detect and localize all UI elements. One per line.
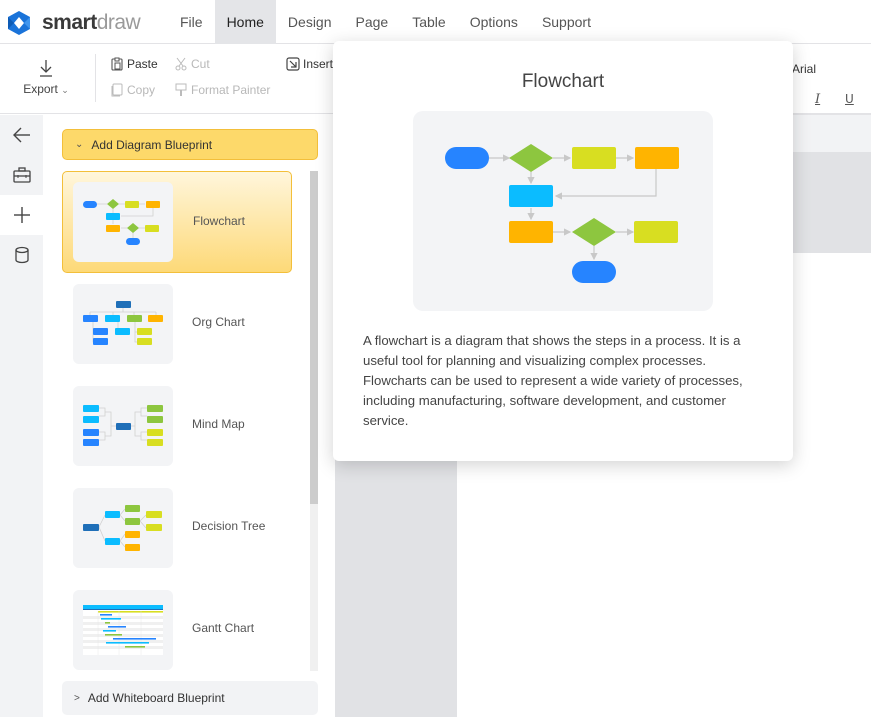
process-shape	[509, 221, 553, 243]
canvas-ruler	[780, 115, 871, 152]
plus-icon	[13, 207, 30, 223]
font-family-select[interactable]: Arial	[792, 62, 816, 76]
scrollbar-thumb[interactable]	[310, 171, 318, 504]
add-whiteboard-blueprint-header[interactable]: > Add Whiteboard Blueprint	[62, 681, 318, 715]
insert-icon	[286, 57, 300, 71]
export-label: Export	[23, 82, 58, 96]
main-menu: File Home Design Page Table Options Supp…	[168, 0, 603, 44]
blueprint-panel: ⌄ Add Diagram Blueprint Flowchart Org Ch…	[43, 115, 335, 717]
logo-text: smartdraw	[42, 11, 141, 35]
blueprint-label: Gantt Chart	[192, 621, 255, 635]
chevron-down-icon: ⌄	[61, 85, 69, 95]
back-arrow-icon	[12, 127, 30, 143]
rail-data-button[interactable]	[0, 235, 43, 275]
format-painter-label: Format Painter	[191, 83, 271, 97]
menu-table[interactable]: Table	[400, 0, 457, 44]
toolbox-icon	[12, 167, 31, 183]
canvas-margin-band	[780, 152, 871, 253]
add-whiteboard-blueprint-label: Add Whiteboard Blueprint	[87, 691, 225, 705]
process-shape	[572, 147, 616, 169]
copy-button[interactable]: Copy	[110, 83, 155, 97]
paste-button[interactable]: Paste	[110, 57, 158, 71]
smartdraw-logo-icon	[8, 11, 30, 35]
paste-icon	[111, 57, 123, 71]
blueprint-label: Org Chart	[192, 315, 245, 329]
blueprint-label: Decision Tree	[192, 519, 266, 533]
top-menu-bar: smartdraw File Home Design Page Table Op…	[0, 0, 871, 44]
menu-file[interactable]: File	[168, 0, 215, 44]
mind-map-thumbnail	[73, 386, 173, 466]
decision-tree-thumbnail	[73, 488, 173, 568]
export-button[interactable]: Export ⌄	[14, 54, 78, 97]
ribbon-divider	[95, 54, 96, 102]
add-diagram-blueprint-header[interactable]: ⌄ Add Diagram Blueprint	[62, 129, 318, 160]
cut-label: Cut	[191, 57, 210, 71]
add-diagram-blueprint-label: Add Diagram Blueprint	[91, 137, 213, 152]
paint-brush-icon	[175, 83, 187, 96]
blueprint-item-gantt-chart[interactable]: Gantt Chart	[62, 579, 292, 671]
menu-design[interactable]: Design	[276, 0, 344, 44]
database-icon	[14, 246, 29, 264]
start-terminator-shape	[445, 147, 489, 169]
org-chart-thumbnail	[73, 284, 173, 364]
smartdraw-logo[interactable]: smartdraw	[6, 9, 156, 37]
gantt-chart-thumbnail	[73, 590, 173, 670]
chevron-down-icon: ⌄	[75, 139, 84, 150]
blueprint-item-org-chart[interactable]: Org Chart	[62, 273, 292, 375]
blueprint-label: Flowchart	[193, 214, 246, 228]
menu-support[interactable]: Support	[530, 0, 603, 44]
decision-shape	[572, 218, 616, 246]
process-shape	[634, 221, 678, 243]
insert-button[interactable]: Insert	[286, 57, 333, 71]
rail-back-button[interactable]	[0, 115, 43, 155]
rail-toolbox-button[interactable]	[0, 155, 43, 195]
blueprint-list: Flowchart Org Chart Mind Map Decision Tr…	[62, 171, 292, 671]
paste-label: Paste	[127, 57, 158, 71]
logo-text-accent: draw	[96, 11, 141, 34]
chevron-right-icon: >	[74, 692, 80, 704]
blueprint-item-mind-map[interactable]: Mind Map	[62, 375, 292, 477]
blueprint-item-flowchart[interactable]: Flowchart	[62, 171, 292, 273]
popover-title: Flowchart	[521, 71, 605, 92]
blueprint-list-scrollbar[interactable]	[310, 171, 318, 671]
copy-icon	[111, 83, 123, 97]
popover-description: A flowchart is a diagram that shows the …	[363, 333, 743, 428]
blueprint-label: Mind Map	[192, 417, 245, 431]
underline-button[interactable]: U	[845, 92, 854, 106]
logo-text-main: smart	[42, 11, 97, 34]
process-shape	[635, 147, 679, 169]
menu-home[interactable]: Home	[214, 0, 276, 44]
format-painter-button[interactable]: Format Painter	[174, 83, 270, 97]
flowchart-thumbnail	[73, 182, 173, 262]
insert-label: Insert	[303, 57, 334, 71]
download-icon	[40, 60, 52, 77]
process-shape	[509, 185, 553, 207]
italic-button[interactable]: I	[815, 92, 820, 107]
menu-options[interactable]: Options	[458, 0, 530, 44]
end-terminator-shape	[572, 261, 616, 283]
rail-add-button[interactable]	[0, 195, 43, 235]
decision-shape	[509, 144, 553, 172]
copy-label: Copy	[127, 83, 156, 97]
left-icon-rail	[0, 115, 43, 717]
scissors-icon	[175, 57, 187, 71]
blueprint-preview-popover: Flowchart A flowchart is a diagram that …	[333, 41, 793, 461]
blueprint-item-decision-tree[interactable]: Decision Tree	[62, 477, 292, 579]
flowchart-preview-image	[413, 111, 713, 311]
menu-page[interactable]: Page	[344, 0, 401, 44]
cut-button[interactable]: Cut	[174, 57, 210, 71]
